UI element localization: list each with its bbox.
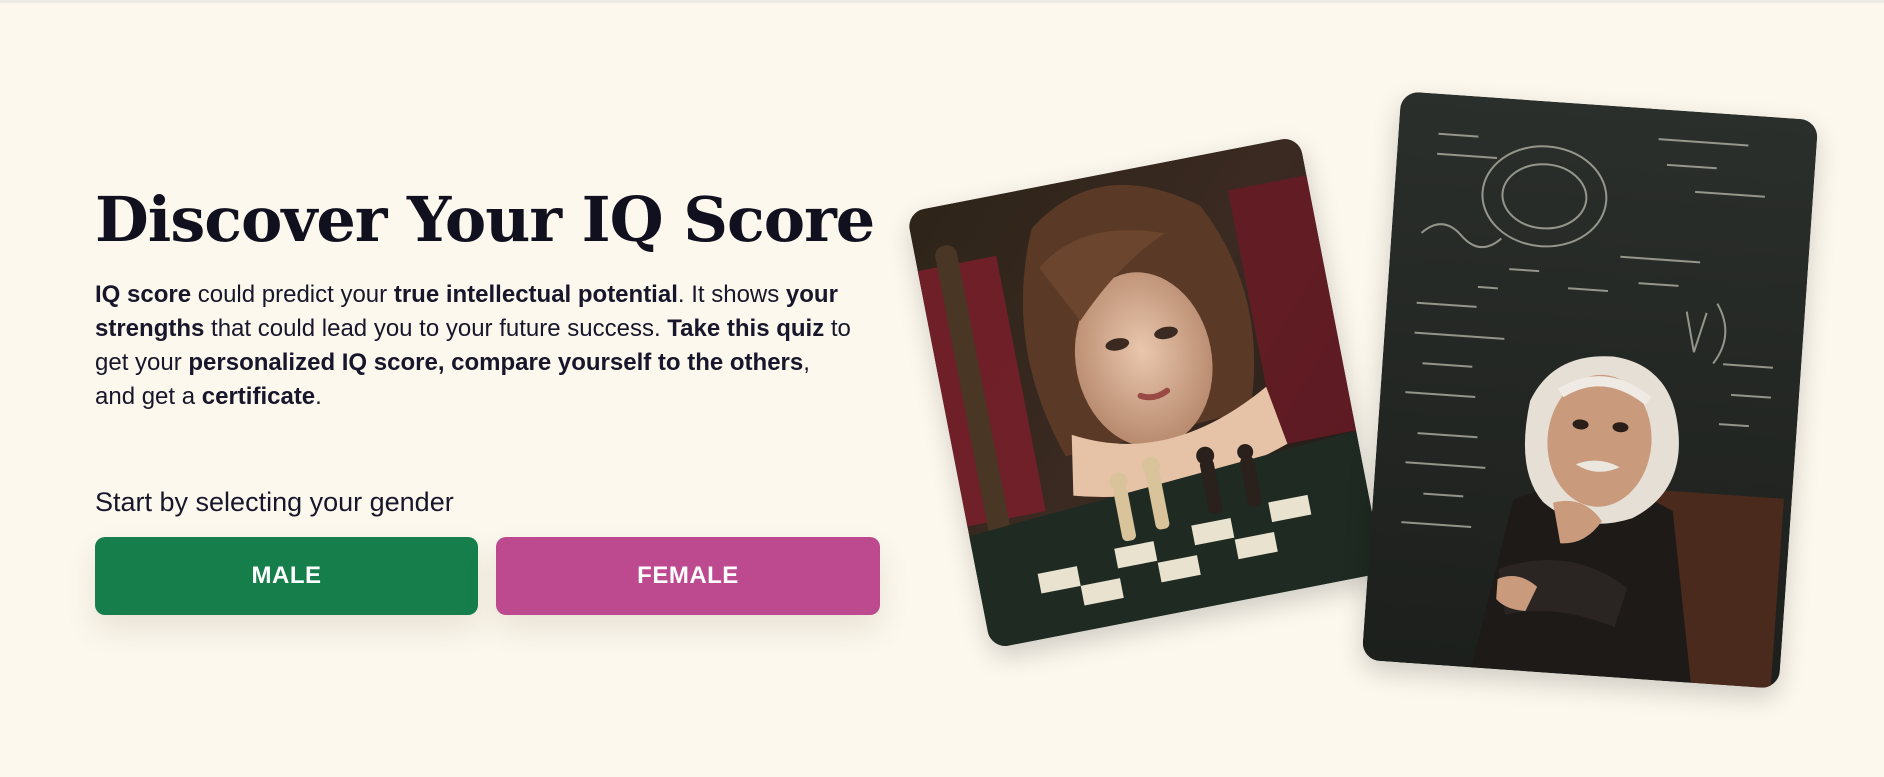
intro-paragraph: IQ score could predict your true intelle…	[95, 278, 855, 414]
top-divider	[0, 0, 1884, 3]
intro-span: .	[315, 383, 322, 410]
intro-span: Take this quiz	[667, 315, 825, 342]
scientist-illustration	[1361, 91, 1819, 689]
hero-text-block: Discover Your IQ Score IQ score could pr…	[95, 180, 895, 414]
intro-span: certificate	[201, 383, 316, 410]
page-title: Discover Your IQ Score	[95, 183, 875, 256]
female-button[interactable]: FEMALE	[496, 537, 880, 615]
intro-span: true intellectual potential	[393, 281, 678, 308]
chess-player-image	[906, 135, 1384, 650]
male-button[interactable]: MALE	[95, 537, 478, 615]
chess-player-illustration	[906, 135, 1384, 650]
gender-prompt: Start by selecting your gender	[95, 487, 454, 517]
scientist-image	[1361, 91, 1819, 689]
intro-span: . It shows	[677, 281, 786, 308]
intro-span: that could lead you to your future succe…	[204, 315, 668, 342]
intro-span: personalized IQ score, compare yourself …	[188, 349, 804, 376]
intro-span: IQ score	[95, 281, 192, 308]
intro-span: could predict your	[191, 281, 394, 308]
